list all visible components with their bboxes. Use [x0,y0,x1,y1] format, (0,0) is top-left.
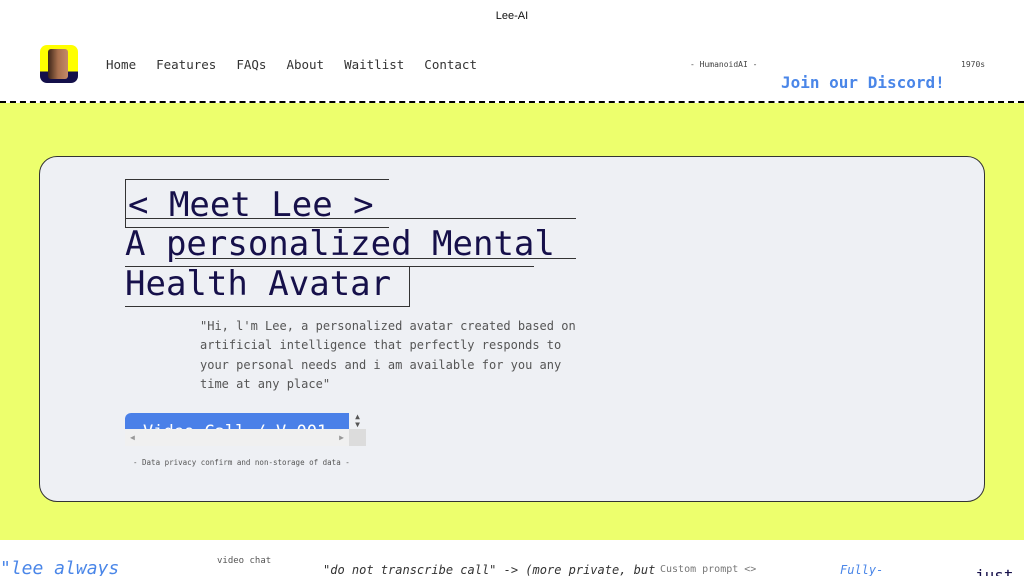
frame-line [409,266,410,306]
video-call-frame: Video Call / V.001 ◀▶ ▲▼ [125,413,366,446]
scroll-left-icon[interactable]: ◀ [130,433,135,442]
frame-line [125,306,410,307]
frame-line [125,179,389,180]
horizontal-scrollbar[interactable]: ◀ ▶ [125,429,349,446]
scroll-corner [349,429,366,446]
nav-about[interactable]: About [286,57,324,72]
nav-contact[interactable]: Contact [424,57,477,72]
hero-title-line2: A personalized Mental [125,224,555,264]
nav-features[interactable]: Features [156,57,216,72]
frame-line [125,179,126,227]
discord-link[interactable]: Join our Discord! [781,73,945,92]
nav-faqs[interactable]: FAQs [236,57,266,72]
main-nav: Home Features FAQs About Waitlist Contac… [106,57,477,72]
window-title: Lee-AI [495,10,529,22]
marquee-item: Custom prompt <> [660,564,757,575]
hero-title-line3: Health Avatar [125,264,392,304]
hero-title-meet: < Meet Lee > [128,185,374,225]
logo-avatar[interactable] [40,45,78,83]
marquee-item: "do not transcribe call" -> (more privat… [323,563,656,576]
hero-description: "Hi, l'm Lee, a personalized avatar crea… [200,319,576,391]
marquee-item: just [975,566,1014,576]
vertical-scrollbar[interactable]: ▲ ▼ [349,413,366,429]
feature-marquee: "lee always video chat "do not transcrib… [0,540,1024,576]
brand-label: - HumanoidAI - [690,60,758,69]
marquee-item: Fully- [840,563,884,576]
nav-waitlist[interactable]: Waitlist [344,57,404,72]
nav-home[interactable]: Home [106,57,136,72]
year-label: 1970s [961,60,986,69]
scroll-right-icon[interactable]: ▶ [339,433,344,442]
privacy-note: - Data privacy confirm and non-storage o… [133,458,350,467]
marquee-item: video chat [217,556,272,566]
marquee-item: "lee always [0,558,120,576]
